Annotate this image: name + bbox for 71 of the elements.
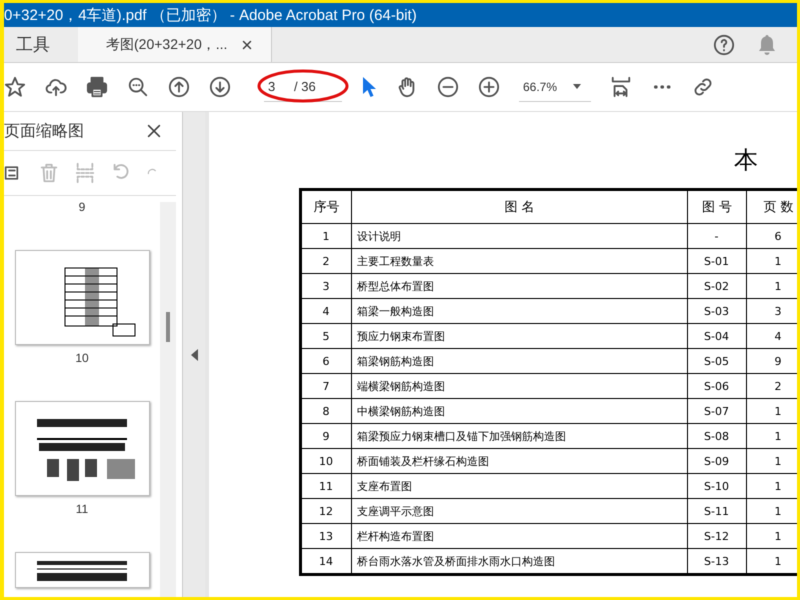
panel-title: 页面缩略图: [4, 122, 84, 142]
link-icon[interactable]: [692, 76, 714, 98]
column-header: 图 号: [688, 190, 746, 224]
close-icon[interactable]: [241, 38, 254, 50]
table-cell: S-01: [688, 248, 746, 274]
document-title: 本: [734, 145, 759, 176]
table-cell: 箱梁预应力钢束槽口及锚下加强钢筋构造图: [352, 424, 688, 448]
column-header: 图 名: [352, 190, 688, 224]
table-cell: 桥面铺装及栏杆缘石构造图: [352, 448, 688, 474]
zoom-dropdown[interactable]: 66.7%: [519, 72, 591, 102]
table-cell: 桥型总体布置图: [352, 274, 688, 298]
table-cell: S-06: [688, 374, 746, 398]
column-header: 序号: [300, 190, 352, 224]
page-number-label: 9: [78, 200, 86, 214]
table-cell: S-12: [688, 524, 746, 548]
table-cell: 7: [300, 374, 352, 398]
table-cell: 端横梁钢筋构造图: [352, 374, 688, 398]
table-cell: S-04: [688, 324, 746, 348]
table-cell: 支座布置图: [352, 474, 688, 498]
table-cell: 栏杆构造布置图: [352, 524, 688, 548]
cloud-upload-icon[interactable]: [45, 76, 67, 98]
page-total: / 36: [294, 79, 316, 94]
table-cell: 箱梁一般构造图: [352, 298, 688, 324]
table-cell: 5: [300, 324, 352, 348]
table-cell: 9: [300, 424, 352, 448]
fit-width-icon[interactable]: [610, 76, 632, 98]
page-thumbnail[interactable]: [14, 250, 150, 345]
page-number-label: 11: [76, 502, 88, 516]
page-number-label: 10: [75, 351, 89, 365]
table-cell: 10: [300, 448, 352, 474]
page-number-field[interactable]: 3: [264, 79, 286, 94]
help-icon[interactable]: [713, 34, 735, 56]
table-cell: 箱梁钢筋构造图: [352, 348, 688, 374]
table-cell: 预应力钢束布置图: [352, 324, 688, 348]
star-icon[interactable]: [4, 76, 26, 98]
table-cell: 12: [300, 498, 352, 524]
table-cell: 支座调平示意图: [352, 498, 688, 524]
table-cell: S-05: [688, 348, 746, 374]
scrollbar-thumb[interactable]: [166, 312, 170, 342]
pointer-icon[interactable]: [361, 76, 377, 98]
table-cell: S-02: [688, 274, 746, 298]
collapse-arrow-icon[interactable]: [190, 348, 198, 360]
table-cell: 2: [300, 248, 352, 274]
window-title: 0+32+20，4车道).pdf （已加密） - Adobe Acrobat Pro (64-bit): [4, 3, 797, 27]
table-cell: 11: [300, 474, 352, 498]
page-thumbnail[interactable]: [14, 552, 150, 588]
table-cell: S-08: [688, 424, 746, 448]
table-cell: 13: [300, 524, 352, 548]
table-cell: 设计说明: [352, 224, 688, 248]
table-cell: 4: [300, 298, 352, 324]
zoom-search-icon[interactable]: [127, 76, 149, 98]
table-cell: 中横梁钢筋构造图: [352, 398, 688, 424]
table-cell: -: [688, 224, 746, 248]
table-cell: 主要工程数量表: [352, 248, 688, 274]
table-cell: S-09: [688, 448, 746, 474]
table-cell: S-11: [688, 498, 746, 524]
table-cell: S-03: [688, 298, 746, 324]
caret-icon: [573, 84, 582, 89]
table-cell: S-07: [688, 398, 746, 424]
table-cell: S-10: [688, 474, 746, 498]
zoom-in-icon[interactable]: [478, 76, 500, 98]
tab[interactable]: 考图(20+32+20，...: [78, 27, 272, 62]
tab[interactable]: 工具: [4, 27, 78, 62]
table-cell: 3: [300, 274, 352, 298]
print-icon[interactable]: [86, 76, 108, 98]
table-cell: 6: [300, 348, 352, 374]
close-icon[interactable]: [146, 123, 162, 139]
table-cell: 8: [300, 398, 352, 424]
zoom-out-icon[interactable]: [437, 76, 459, 98]
page-thumbnail[interactable]: [14, 401, 150, 496]
table-cell: 1: [300, 224, 352, 248]
